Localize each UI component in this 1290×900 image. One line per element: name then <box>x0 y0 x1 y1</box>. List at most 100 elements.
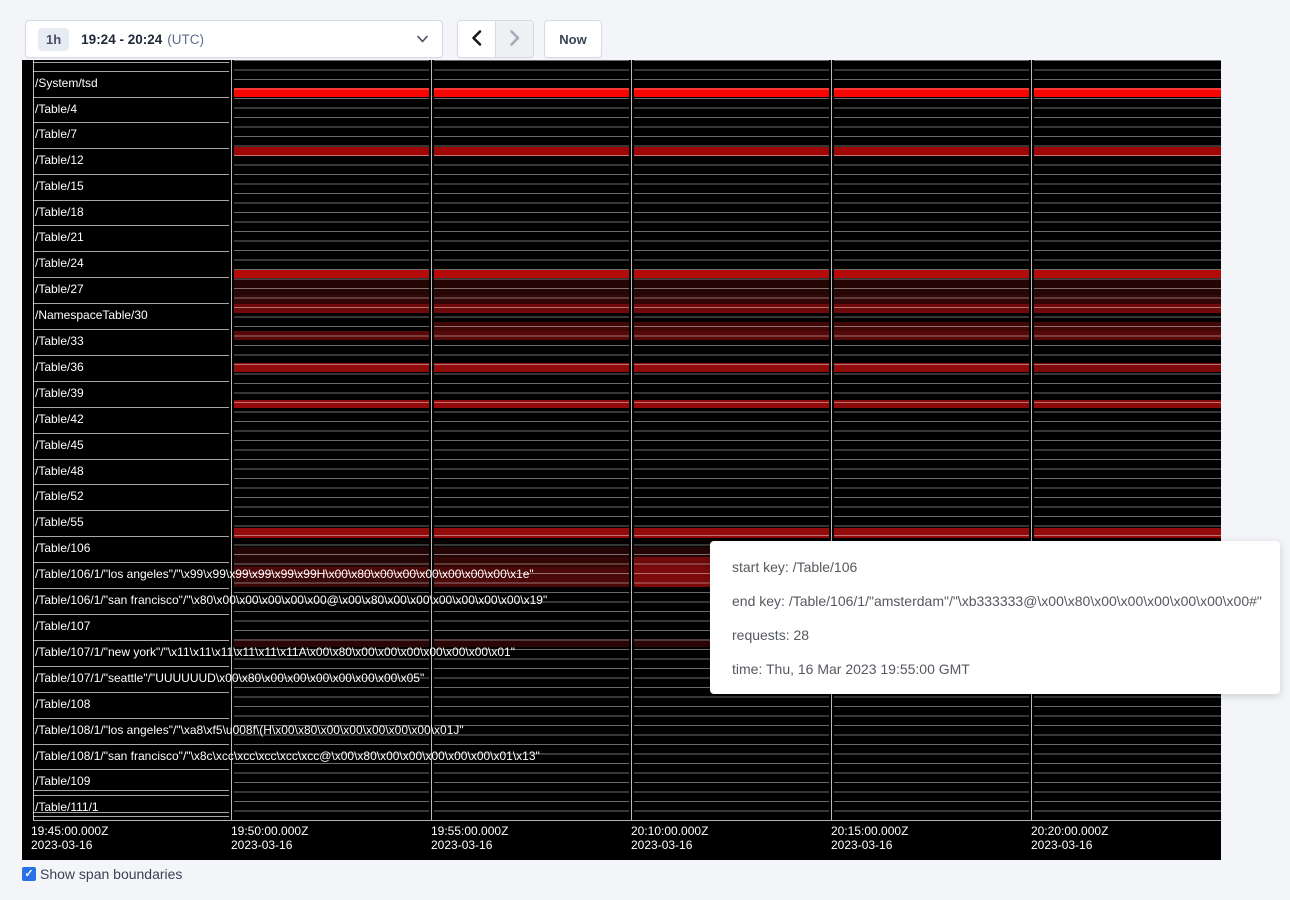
heat-cell[interactable] <box>233 279 429 295</box>
heat-cell[interactable] <box>233 88 429 97</box>
heat-cell[interactable] <box>433 279 629 295</box>
heat-cell[interactable] <box>833 270 1029 278</box>
heat-cell[interactable] <box>633 363 829 372</box>
span-boundary-line <box>33 225 231 226</box>
heat-cell[interactable] <box>633 304 829 313</box>
tick-time: 20:20:00.000Z <box>1031 824 1108 838</box>
heat-cell[interactable] <box>233 528 429 538</box>
show-span-boundaries-toggle[interactable]: ✓ Show span boundaries <box>22 866 182 882</box>
heat-cell[interactable] <box>1033 331 1221 340</box>
span-label: /Table/18 <box>35 204 84 220</box>
duration-badge: 1h <box>38 28 69 51</box>
heat-cell[interactable] <box>233 147 429 156</box>
heat-cell[interactable] <box>233 547 429 557</box>
heat-cell[interactable] <box>833 363 1029 372</box>
span-label: /Table/27 <box>35 281 84 297</box>
now-button[interactable]: Now <box>544 20 602 58</box>
heat-cell[interactable] <box>1033 295 1221 304</box>
span-label: /Table/21 <box>35 229 84 245</box>
heat-cell[interactable] <box>833 304 1029 313</box>
heat-cell[interactable] <box>1033 363 1221 372</box>
heat-cell[interactable] <box>633 88 829 97</box>
heat-cell[interactable] <box>633 279 829 295</box>
axis-top-line <box>33 820 1221 821</box>
heat-cell[interactable] <box>433 363 629 372</box>
heat-cell[interactable] <box>233 363 429 372</box>
tick-time: 19:45:00.000Z <box>31 824 108 838</box>
heat-cell[interactable] <box>433 322 629 331</box>
span-label: /Table/36 <box>35 359 84 375</box>
heat-cell[interactable] <box>233 270 429 278</box>
span-boundary-line <box>33 666 231 667</box>
time-range-dropdown[interactable]: 1h 19:24 - 20:24 (UTC) <box>25 20 443 58</box>
heat-cell[interactable] <box>433 331 629 340</box>
heat-cell[interactable] <box>233 304 429 313</box>
heat-cell[interactable] <box>633 270 829 278</box>
prev-time-button[interactable] <box>458 21 495 57</box>
span-label: /Table/111/1 <box>35 799 99 815</box>
heat-cell[interactable] <box>1033 147 1221 156</box>
heat-cell[interactable] <box>433 147 629 156</box>
show-span-boundaries-label: Show span boundaries <box>40 866 182 882</box>
heat-cell[interactable] <box>1033 88 1221 97</box>
time-bucket-separator <box>829 60 834 820</box>
heat-cell[interactable] <box>1033 304 1221 313</box>
heat-cell[interactable] <box>1033 279 1221 295</box>
heat-cell[interactable] <box>633 295 829 304</box>
heat-cell[interactable] <box>1033 528 1221 538</box>
span-boundary-line <box>33 329 231 330</box>
tooltip-end-key: end key: /Table/106/1/"amsterdam"/"\xb33… <box>732 584 1280 618</box>
span-label: /Table/15 <box>35 178 84 194</box>
span-boundary-line <box>33 692 231 693</box>
heat-cell[interactable] <box>1033 270 1221 278</box>
span-boundary-line <box>33 562 231 563</box>
heat-cell[interactable] <box>833 528 1029 538</box>
span-label: /Table/108/1/"san francisco"/"\x8c\xcc\x… <box>35 748 540 764</box>
heat-cell[interactable] <box>633 331 829 340</box>
heat-cell[interactable] <box>233 400 429 408</box>
heat-cell[interactable] <box>833 295 1029 304</box>
span-boundary-line <box>33 62 231 63</box>
span-boundary-line <box>33 71 231 72</box>
next-time-button[interactable] <box>495 21 533 57</box>
heat-cell[interactable] <box>833 88 1029 97</box>
span-boundary-line <box>33 433 231 434</box>
heat-cell[interactable] <box>633 528 829 538</box>
time-bucket-separator <box>1029 60 1034 820</box>
heat-cell[interactable] <box>833 331 1029 340</box>
span-label: /Table/7 <box>35 126 77 142</box>
heat-cell[interactable] <box>233 331 429 340</box>
heat-cell[interactable] <box>833 322 1029 331</box>
heat-cell[interactable] <box>633 322 829 331</box>
span-label: /System/tsd <box>35 75 98 91</box>
heat-cell[interactable] <box>433 528 629 538</box>
heat-cell[interactable] <box>633 147 829 156</box>
span-boundary-lines <box>231 60 1221 820</box>
span-label: /Table/106/1/"san francisco"/"\x80\x00\x… <box>35 592 547 608</box>
heat-cell[interactable] <box>233 295 429 304</box>
show-span-boundaries-checkbox[interactable]: ✓ <box>22 867 36 881</box>
heat-cell[interactable] <box>433 270 629 278</box>
span-boundary-line <box>33 251 231 252</box>
time-bucket-separator <box>429 60 434 820</box>
heat-cell[interactable] <box>433 400 629 408</box>
heat-cell[interactable] <box>633 400 829 408</box>
span-label: /Table/12 <box>35 152 84 168</box>
tick-time: 19:50:00.000Z <box>231 824 308 838</box>
heat-cell[interactable] <box>433 547 629 557</box>
heat-cell[interactable] <box>433 88 629 97</box>
time-bucket-separator <box>629 60 634 820</box>
heat-cell[interactable] <box>433 304 629 313</box>
span-label: /Table/52 <box>35 488 84 504</box>
heat-cell[interactable] <box>1033 322 1221 331</box>
heat-cell[interactable] <box>1033 400 1221 408</box>
heat-cell[interactable] <box>833 147 1029 156</box>
heat-cell[interactable] <box>833 400 1029 408</box>
key-visualizer-canvas[interactable]: /System/tsd/Table/4/Table/7/Table/12/Tab… <box>22 60 1221 860</box>
span-label: /NamespaceTable/30 <box>35 307 148 323</box>
heat-cell[interactable] <box>433 295 629 304</box>
span-label: /Table/39 <box>35 385 84 401</box>
span-boundary-line <box>33 407 231 408</box>
x-axis-tick: 19:45:00.000Z2023-03-16 <box>31 824 108 852</box>
heat-cell[interactable] <box>833 279 1029 295</box>
